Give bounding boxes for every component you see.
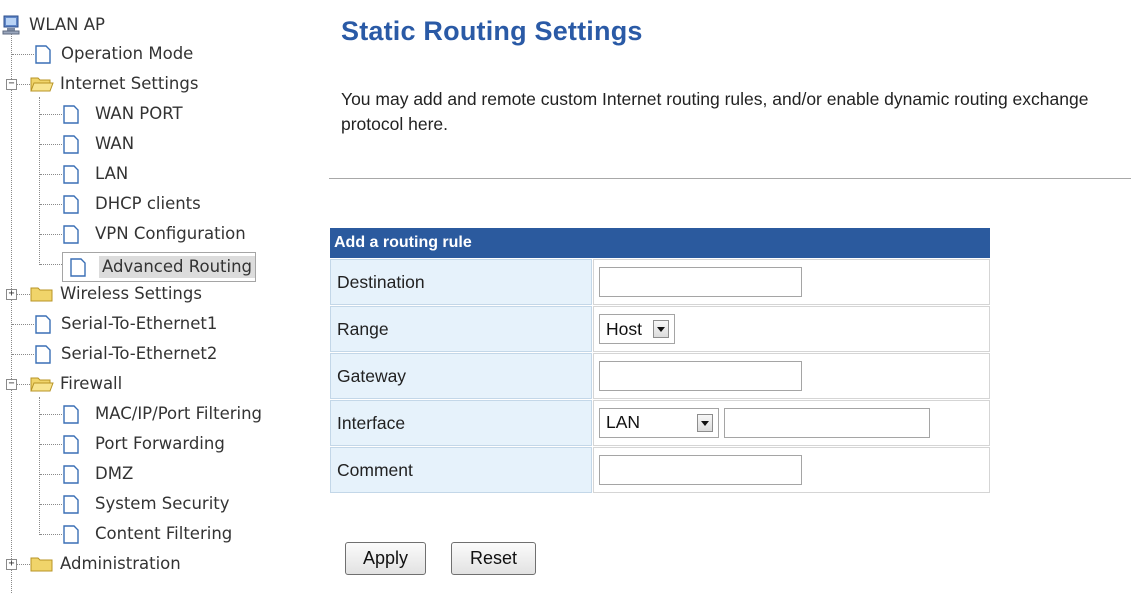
interface-row: Interface LAN xyxy=(330,400,990,446)
tree-item-label: Internet Settings xyxy=(60,74,199,93)
folder-open-icon xyxy=(30,77,54,92)
collapse-toggle-internet-settings[interactable]: − xyxy=(6,79,17,90)
document-icon xyxy=(63,194,79,214)
range-label: Range xyxy=(330,306,592,352)
tree-item-serial-to-ethernet1[interactable]: Serial-To-Ethernet1 xyxy=(34,312,220,336)
folder-icon xyxy=(30,287,53,302)
document-icon xyxy=(63,224,79,244)
dropdown-arrow-icon xyxy=(653,320,669,338)
destination-row: Destination xyxy=(330,259,990,305)
tree-item-system-security[interactable]: System Security xyxy=(62,492,233,516)
tree-item-label: DHCP clients xyxy=(95,194,201,213)
document-icon xyxy=(63,524,79,544)
tree-item-wan-port[interactable]: WAN PORT xyxy=(62,102,186,126)
comment-label: Comment xyxy=(330,447,592,493)
document-icon xyxy=(63,164,79,184)
tree-item-label: Wireless Settings xyxy=(60,284,202,303)
tree-item-content-filtering[interactable]: Content Filtering xyxy=(62,522,235,546)
tree-item-label: Operation Mode xyxy=(61,44,194,63)
tree-item-label: Firewall xyxy=(60,374,123,393)
tree-item-vpn-configuration[interactable]: VPN Configuration xyxy=(62,222,249,246)
tree-item-internet-settings[interactable]: Internet Settings xyxy=(30,72,201,96)
destination-cell xyxy=(593,259,990,305)
expand-toggle-administration[interactable]: + xyxy=(6,559,17,570)
tree-item-label: Serial-To-Ethernet1 xyxy=(61,314,218,333)
tree-root-label: WLAN AP xyxy=(29,15,105,34)
gateway-cell xyxy=(593,353,990,399)
tree-item-label: Content Filtering xyxy=(95,524,233,543)
tree-item-firewall[interactable]: Firewall xyxy=(30,372,125,396)
divider xyxy=(329,178,1131,179)
tree-root-wlan-ap[interactable]: WLAN AP xyxy=(1,13,108,37)
gateway-label: Gateway xyxy=(330,353,592,399)
expand-toggle-wireless-settings[interactable]: + xyxy=(6,289,17,300)
navigation-tree: − + − + WLAN AP Operation Mode Internet … xyxy=(0,0,310,593)
destination-label: Destination xyxy=(330,259,592,305)
tree-item-label: VPN Configuration xyxy=(95,224,246,243)
routing-rule-table: Add a routing rule Destination Range Hos… xyxy=(329,227,991,494)
tree-item-label: Administration xyxy=(60,554,181,573)
interface-label: Interface xyxy=(330,400,592,446)
tree-item-dmz[interactable]: DMZ xyxy=(62,462,136,486)
tree-item-wireless-settings[interactable]: Wireless Settings xyxy=(30,282,205,306)
tree-item-lan[interactable]: LAN xyxy=(62,162,131,186)
range-select-value: Host xyxy=(606,318,642,339)
reset-button[interactable]: Reset xyxy=(451,542,536,575)
comment-input[interactable] xyxy=(599,455,802,485)
interface-cell: LAN xyxy=(593,400,990,446)
range-cell: Host xyxy=(593,306,990,352)
tree-item-advanced-routing[interactable]: Advanced Routing xyxy=(62,252,257,282)
comment-row: Comment xyxy=(330,447,990,493)
interface-custom-input[interactable] xyxy=(724,408,931,438)
range-select[interactable]: Host xyxy=(599,314,675,344)
comment-cell xyxy=(593,447,990,493)
tree-item-label: Advanced Routing xyxy=(99,256,256,278)
page-title: Static Routing Settings xyxy=(341,16,643,46)
tree-item-label: WAN xyxy=(95,134,135,153)
page-description: You may add and remote custom Internet r… xyxy=(341,89,1089,134)
tree-item-wan[interactable]: WAN xyxy=(62,132,137,156)
interface-select-value: LAN xyxy=(606,412,641,432)
computer-icon xyxy=(2,15,20,35)
document-icon xyxy=(70,257,86,277)
tree-item-label: MAC/IP/Port Filtering xyxy=(95,404,263,423)
tree-item-label: Port Forwarding xyxy=(95,434,225,453)
document-icon xyxy=(63,494,79,514)
tree-item-operation-mode[interactable]: Operation Mode xyxy=(34,42,196,66)
document-icon xyxy=(35,44,51,64)
tree-item-label: DMZ xyxy=(95,464,134,483)
folder-icon xyxy=(30,557,53,572)
tree-item-label: Serial-To-Ethernet2 xyxy=(61,344,218,363)
folder-open-icon xyxy=(30,377,54,392)
document-icon xyxy=(63,434,79,454)
tree-item-label: System Security xyxy=(95,494,230,513)
gateway-row: Gateway xyxy=(330,353,990,399)
document-icon xyxy=(35,344,51,364)
document-icon xyxy=(63,104,79,124)
document-icon xyxy=(63,404,79,424)
tree-item-port-forwarding[interactable]: Port Forwarding xyxy=(62,432,228,456)
document-icon xyxy=(35,314,51,334)
range-row: Range Host xyxy=(330,306,990,352)
gateway-input[interactable] xyxy=(599,361,802,391)
tree-item-label: LAN xyxy=(95,164,129,183)
interface-select[interactable]: LAN xyxy=(599,408,719,438)
tree-item-dhcp-clients[interactable]: DHCP clients xyxy=(62,192,204,216)
table-header: Add a routing rule xyxy=(330,228,990,258)
tree-item-label: WAN PORT xyxy=(95,104,183,123)
destination-input[interactable] xyxy=(599,267,802,297)
document-icon xyxy=(63,134,79,154)
document-icon xyxy=(63,464,79,484)
tree-item-administration[interactable]: Administration xyxy=(30,552,184,576)
tree-item-serial-to-ethernet2[interactable]: Serial-To-Ethernet2 xyxy=(34,342,220,366)
tree-item-mac-ip-port-filtering[interactable]: MAC/IP/Port Filtering xyxy=(62,402,265,426)
dropdown-arrow-icon xyxy=(697,414,713,432)
apply-button[interactable]: Apply xyxy=(345,542,426,575)
collapse-toggle-firewall[interactable]: − xyxy=(6,379,17,390)
